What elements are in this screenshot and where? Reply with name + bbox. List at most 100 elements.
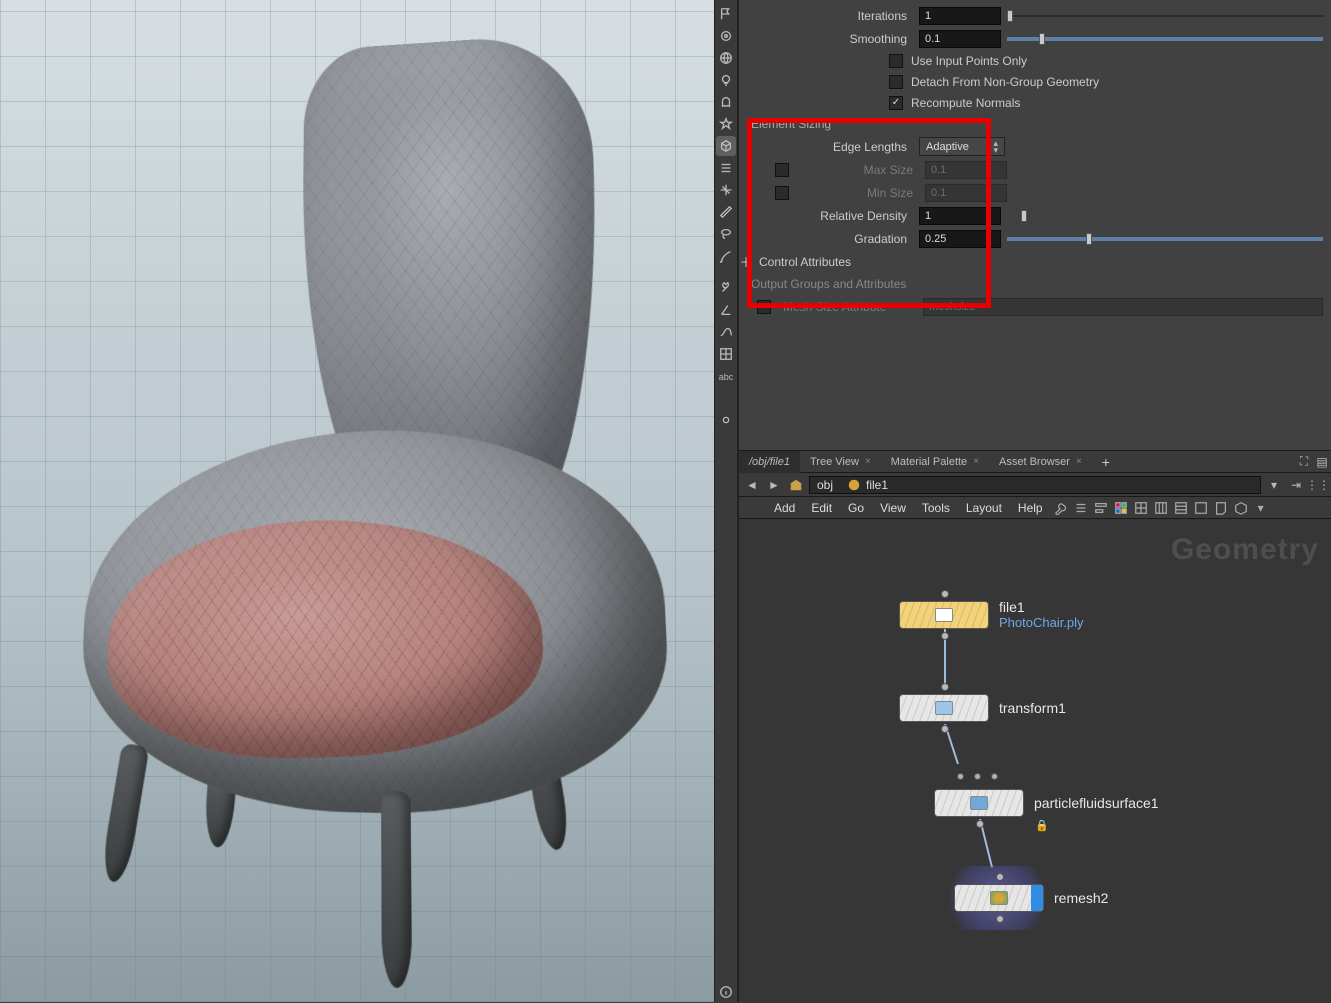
control-attributes-header[interactable]: Control Attributes bbox=[759, 255, 851, 269]
smoothing-slider[interactable] bbox=[1007, 30, 1323, 48]
close-icon[interactable]: × bbox=[1076, 456, 1082, 467]
back-button[interactable]: ◄ bbox=[743, 476, 761, 494]
palette-icon[interactable] bbox=[1112, 499, 1130, 517]
tab-assetbrowser[interactable]: Asset Browser× bbox=[989, 451, 1092, 473]
use-input-points-checkbox[interactable] bbox=[889, 54, 903, 68]
relative-density-slider[interactable] bbox=[1021, 207, 1031, 225]
menu-edit[interactable]: Edit bbox=[804, 501, 839, 515]
viewport-3d[interactable] bbox=[0, 0, 714, 1002]
tool-grid-icon[interactable] bbox=[716, 344, 736, 364]
max-size-input bbox=[925, 161, 1007, 179]
close-icon[interactable]: × bbox=[973, 456, 979, 467]
tool-gizmo-icon[interactable] bbox=[716, 180, 736, 200]
gradation-label: Gradation bbox=[739, 232, 913, 246]
grip-icon[interactable]: ⋮⋮ bbox=[1309, 476, 1327, 494]
tool-angle-icon[interactable] bbox=[716, 300, 736, 320]
detach-checkbox[interactable] bbox=[889, 75, 903, 89]
max-size-checkbox[interactable] bbox=[775, 163, 789, 177]
gradation-slider[interactable] bbox=[1007, 230, 1323, 248]
tab-objfile1[interactable]: /obj/file1 bbox=[739, 451, 800, 473]
remesh-icon bbox=[990, 891, 1008, 905]
relative-density-label: Relative Density bbox=[739, 209, 913, 223]
iterations-input[interactable] bbox=[919, 7, 1001, 25]
mesh-size-attr-label: Mesh Size Attribute bbox=[777, 300, 917, 314]
output-groups-header: Output Groups and Attributes bbox=[739, 273, 1331, 295]
node-file1[interactable]: file1 PhotoChair.ply bbox=[899, 599, 1084, 630]
parameter-panel: Iterations Smoothing Use Input Points On… bbox=[738, 0, 1331, 450]
tool-measure-icon[interactable] bbox=[716, 202, 736, 222]
recompute-normals-checkbox[interactable] bbox=[889, 96, 903, 110]
viewport-toolstrip: abc bbox=[714, 0, 738, 1002]
maximize-icon[interactable]: ⛶ bbox=[1295, 454, 1313, 469]
menu-icon[interactable]: ▤ bbox=[1313, 455, 1331, 469]
forward-button[interactable]: ► bbox=[765, 476, 783, 494]
tab-materialpalette[interactable]: Material Palette× bbox=[881, 451, 989, 473]
fluid-icon bbox=[970, 796, 988, 810]
edge-lengths-dropdown[interactable]: Adaptive ▴▾ bbox=[919, 137, 1005, 156]
spreadsheet-icon[interactable] bbox=[1192, 499, 1210, 517]
relative-density-input[interactable] bbox=[919, 207, 1001, 225]
tool-text-icon[interactable]: abc bbox=[716, 366, 736, 386]
path-field[interactable]: obj file1 bbox=[809, 476, 1261, 494]
pin-icon[interactable]: ⇥ bbox=[1287, 476, 1305, 494]
smoothing-label: Smoothing bbox=[739, 32, 913, 46]
align-icon[interactable] bbox=[1092, 499, 1110, 517]
node-remesh2[interactable]: remesh2 bbox=[954, 884, 1108, 912]
path-dropdown-icon[interactable]: ▾ bbox=[1265, 476, 1283, 494]
tool-wrench-icon[interactable] bbox=[716, 278, 736, 298]
tool-target-icon[interactable] bbox=[716, 26, 736, 46]
node-transform1[interactable]: transform1 bbox=[899, 694, 1066, 722]
file-icon bbox=[935, 608, 953, 622]
network-tabbar: /obj/file1 Tree View× Material Palette× … bbox=[739, 451, 1331, 473]
node-particlefluidsurface1[interactable]: particlefluidsurface1 bbox=[934, 789, 1159, 817]
expand-icon[interactable]: ＋ bbox=[739, 252, 753, 271]
tool-brush-icon[interactable] bbox=[716, 246, 736, 266]
network-canvas[interactable]: Geometry file1 PhotoChair.ply tran bbox=[739, 519, 1331, 1003]
element-sizing-header: Element Sizing bbox=[739, 113, 1331, 135]
menu-add[interactable]: Add bbox=[767, 501, 802, 515]
menu-go[interactable]: Go bbox=[841, 501, 871, 515]
tool-ghost-icon[interactable] bbox=[716, 92, 736, 112]
use-input-points-label: Use Input Points Only bbox=[911, 54, 1027, 68]
mesh-size-attr-checkbox[interactable] bbox=[757, 300, 771, 314]
chair-mesh bbox=[50, 28, 694, 982]
grid3-icon[interactable] bbox=[1172, 499, 1190, 517]
chevron-down-icon[interactable]: ▾ bbox=[1252, 499, 1270, 517]
display-flag[interactable] bbox=[1031, 885, 1043, 911]
transform-icon bbox=[935, 701, 953, 715]
gradation-input[interactable] bbox=[919, 230, 1001, 248]
detach-label: Detach From Non-Group Geometry bbox=[911, 75, 1099, 89]
menu-help[interactable]: Help bbox=[1011, 501, 1050, 515]
smoothing-input[interactable] bbox=[919, 30, 1001, 48]
box-icon[interactable] bbox=[1232, 499, 1250, 517]
min-size-checkbox[interactable] bbox=[775, 186, 789, 200]
note-icon[interactable] bbox=[1212, 499, 1230, 517]
grid2-icon[interactable] bbox=[1152, 499, 1170, 517]
max-size-label: Max Size bbox=[795, 163, 919, 177]
tool-globe-icon[interactable] bbox=[716, 48, 736, 68]
grid1-icon[interactable] bbox=[1132, 499, 1150, 517]
path-home-icon[interactable] bbox=[787, 476, 805, 494]
tool-info-icon[interactable] bbox=[716, 982, 736, 1002]
tab-add-button[interactable]: + bbox=[1092, 451, 1120, 473]
lock-icon: 🔒 bbox=[1035, 819, 1049, 832]
tool-marker-icon[interactable] bbox=[716, 410, 736, 430]
tool-flag-icon[interactable] bbox=[716, 4, 736, 24]
tool-bulb-icon[interactable] bbox=[716, 70, 736, 90]
tool-star-icon[interactable] bbox=[716, 114, 736, 134]
tool-lasso-icon[interactable] bbox=[716, 224, 736, 244]
network-menubar: Add Edit Go View Tools Layout Help ▾ bbox=[739, 497, 1331, 519]
tab-treeview[interactable]: Tree View× bbox=[800, 451, 881, 473]
menu-tools[interactable]: Tools bbox=[915, 501, 957, 515]
network-panel: /obj/file1 Tree View× Material Palette× … bbox=[738, 450, 1331, 1002]
close-icon[interactable]: × bbox=[865, 456, 871, 467]
iterations-slider[interactable] bbox=[1007, 7, 1323, 25]
edge-lengths-label: Edge Lengths bbox=[739, 140, 913, 154]
menu-view[interactable]: View bbox=[873, 501, 913, 515]
tool-curve-icon[interactable] bbox=[716, 322, 736, 342]
menu-layout[interactable]: Layout bbox=[959, 501, 1009, 515]
tool-list-icon[interactable] bbox=[716, 158, 736, 178]
wrench-icon[interactable] bbox=[1052, 499, 1070, 517]
tool-cube-icon[interactable] bbox=[716, 136, 736, 156]
listview-icon[interactable] bbox=[1072, 499, 1090, 517]
